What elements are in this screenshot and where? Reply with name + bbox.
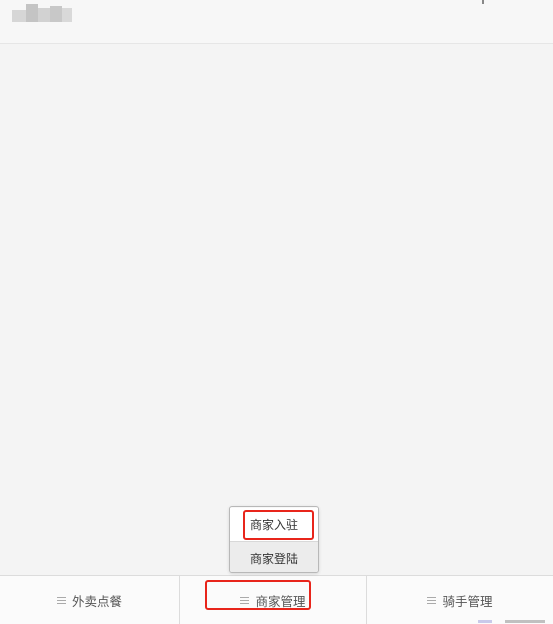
menu-item-label: 商家入驻 [249, 518, 298, 532]
header-mark [482, 0, 484, 4]
merchant-popup-menu: 商家入驻 商家登陆 [229, 506, 319, 573]
tab-merchant-management[interactable]: 商家管理 [180, 576, 367, 624]
footer-strip [505, 620, 545, 623]
main-content [0, 44, 553, 575]
tab-takeout-order[interactable]: 外卖点餐 [0, 576, 180, 624]
tab-label: 骑手管理 [442, 593, 493, 609]
tab-label: 商家管理 [255, 593, 306, 609]
menu-item-label: 商家登陆 [249, 551, 298, 566]
menu-item-merchant-signup[interactable]: 商家入驻 [230, 508, 318, 541]
tab-label: 外卖点餐 [71, 593, 122, 609]
menu-icon [240, 596, 250, 604]
footer-strip [478, 620, 492, 623]
menu-item-merchant-login[interactable]: 商家登陆 [230, 541, 318, 572]
tab-rider-management[interactable]: 骑手管理 [367, 576, 553, 624]
app-header [0, 0, 553, 44]
menu-icon [427, 596, 437, 604]
bottom-tabbar: 外卖点餐 商家管理 骑手管理 [0, 575, 553, 624]
blurred-logo [12, 2, 74, 24]
menu-icon [56, 596, 66, 604]
